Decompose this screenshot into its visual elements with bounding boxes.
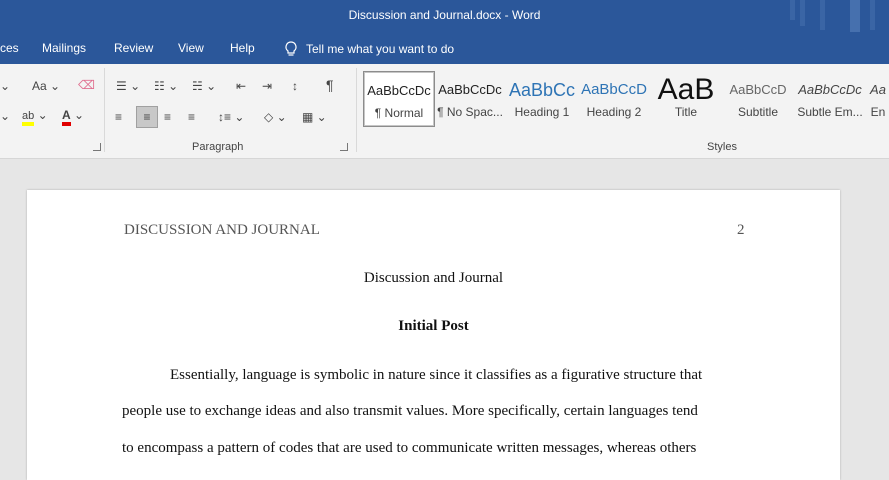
style-sample: AaBbCcDc — [438, 82, 502, 97]
decoration-bar — [800, 0, 805, 26]
decrease-indent-icon[interactable]: ⇤ — [236, 79, 246, 93]
font-size-dropdown-icon[interactable]: ⌄ — [0, 79, 10, 93]
borders-icon[interactable]: ▦ ⌄ — [302, 110, 327, 124]
style-heading-2[interactable]: AaBbCcD Heading 2 — [579, 71, 649, 125]
change-case-icon: Aa — [32, 79, 47, 93]
decoration-bar — [790, 0, 795, 20]
style-name: Title — [674, 105, 698, 119]
style-sample: AaBbCcDc — [367, 83, 431, 98]
style-sample: Aa — [870, 82, 886, 97]
style-sample: AaBbCc — [508, 80, 576, 100]
clear-formatting-icon[interactable]: ⌫ — [78, 78, 95, 92]
ribbon-tabs: ces Mailings Review View Help Tell me wh… — [0, 32, 889, 64]
style-subtle-emphasis[interactable]: AaBbCcDc Subtle Em... — [795, 71, 865, 125]
lightbulb-icon — [285, 41, 297, 56]
multilevel-list-icon[interactable]: ☵ ⌄ — [192, 79, 216, 93]
style-name: En — [870, 105, 886, 119]
align-left-icon[interactable]: ≡ — [115, 110, 122, 124]
tab-review[interactable]: Review — [114, 41, 153, 55]
bullets-icon[interactable]: ☰ ⌄ — [116, 79, 140, 93]
document-title: Discussion and Journal — [363, 270, 504, 286]
justify-icon[interactable]: ≡ — [188, 110, 195, 124]
style-name: Heading 1 — [514, 105, 570, 119]
numbering-icon[interactable]: ☷ ⌄ — [154, 79, 178, 93]
body-line: to encompass a pattern of codes that are… — [122, 440, 697, 456]
highlight-button[interactable]: ab ⌄ — [22, 108, 48, 126]
show-formatting-icon[interactable]: ¶ — [326, 78, 334, 92]
tell-me-search[interactable]: Tell me what you want to do — [284, 41, 454, 57]
paragraph-group-label: Paragraph — [192, 141, 244, 153]
style-sample: AaBbCcD — [729, 82, 787, 97]
font-color-icon: A — [62, 109, 71, 126]
style-name: Subtle Em... — [797, 105, 863, 119]
style-emphasis[interactable]: Aa En — [867, 71, 889, 125]
decoration-bar — [870, 0, 875, 30]
section-heading: Initial Post — [398, 318, 469, 334]
style-name: ¶ Normal — [374, 106, 424, 120]
styles-group-label: Styles — [707, 141, 737, 153]
style-no-spacing[interactable]: AaBbCcDc ¶ No Spac... — [435, 71, 505, 125]
style-heading-1[interactable]: AaBbCc Heading 1 — [507, 71, 577, 125]
style-sample: AaBbCcD — [581, 81, 647, 98]
tab-help[interactable]: Help — [230, 41, 255, 55]
ribbon: ⌄ Aa ⌄ ⌫ ⌄ ab ⌄ A ⌄ ☰ ⌄ ☷ ⌄ ☵ ⌄ ⇤ ⇥ ↕ ¶ … — [0, 64, 889, 159]
document-page[interactable]: DISCUSSION AND JOURNAL 2 Discussion and … — [27, 190, 840, 480]
decoration-bar — [820, 0, 825, 30]
style-normal[interactable]: AaBbCcDc ¶ Normal — [363, 71, 435, 127]
format-dropdown-icon[interactable]: ⌄ — [0, 109, 10, 123]
shading-icon[interactable]: ◇ ⌄ — [264, 110, 287, 124]
tab-mailings[interactable]: Mailings — [42, 41, 86, 55]
window-title: Discussion and Journal.docx - Word — [348, 8, 541, 22]
body-line: Essentially, language is symbolic in nat… — [170, 367, 703, 383]
change-case-button[interactable]: Aa ⌄ — [32, 79, 60, 93]
tell-me-text: Tell me what you want to do — [306, 42, 455, 56]
line-spacing-icon[interactable]: ↕≡ ⌄ — [218, 110, 244, 124]
group-separator — [356, 68, 357, 152]
style-sample: AaB — [657, 75, 715, 105]
tab-references[interactable]: ces — [0, 41, 19, 55]
style-name: Subtitle — [737, 105, 779, 119]
body-line: people use to exchange ideas and also tr… — [122, 403, 698, 419]
style-title[interactable]: AaB Title — [651, 71, 721, 125]
center-icon[interactable]: ≡ — [136, 106, 158, 128]
style-sample: AaBbCcDc — [798, 82, 862, 97]
tab-view[interactable]: View — [178, 41, 204, 55]
sort-icon[interactable]: ↕ — [292, 79, 298, 93]
font-color-button[interactable]: A ⌄ — [62, 108, 84, 126]
style-name: ¶ No Spac... — [437, 105, 503, 119]
decoration-bar — [850, 0, 860, 34]
style-name: Heading 2 — [586, 105, 642, 119]
group-separator — [104, 68, 105, 152]
increase-indent-icon[interactable]: ⇥ — [262, 79, 272, 93]
font-dialog-launcher-icon[interactable] — [93, 143, 101, 151]
align-right-icon[interactable]: ≡ — [164, 110, 171, 124]
title-bar: Discussion and Journal.docx - Word — [0, 0, 889, 34]
paragraph-dialog-launcher-icon[interactable] — [340, 143, 348, 151]
style-subtitle[interactable]: AaBbCcD Subtitle — [723, 71, 793, 125]
page-header-text: DISCUSSION AND JOURNAL — [124, 222, 320, 238]
highlight-icon: ab — [22, 110, 35, 126]
page-number: 2 — [737, 222, 745, 238]
